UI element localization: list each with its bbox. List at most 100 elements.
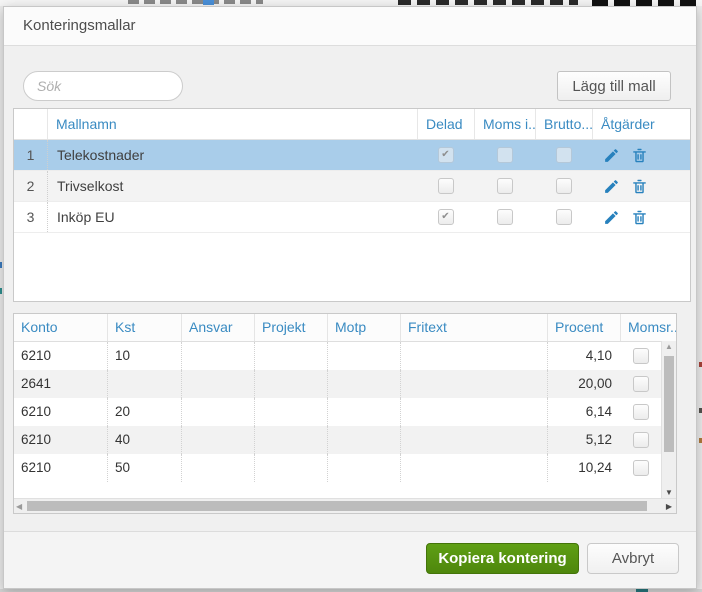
- kontering-row[interactable]: 6210 10 4,10: [14, 342, 661, 370]
- projekt-cell: [254, 370, 327, 398]
- column-header-delad: Delad: [417, 109, 474, 139]
- kst-cell: 20: [107, 398, 181, 426]
- konto-cell: 6210: [21, 404, 52, 419]
- edit-pencil-icon[interactable]: [602, 146, 620, 164]
- dialog-footer: Kopiera kontering Avbryt: [4, 531, 696, 588]
- scroll-up-arrow-icon[interactable]: ▲: [662, 342, 676, 351]
- motp-cell: [327, 342, 400, 370]
- konto-cell: 6210: [21, 432, 52, 447]
- column-header-ansvar: Ansvar: [181, 314, 254, 341]
- checkbox-momsr[interactable]: [632, 404, 649, 420]
- projekt-cell: [254, 454, 327, 482]
- scroll-down-arrow-icon[interactable]: ▼: [662, 488, 676, 497]
- fritext-cell: [400, 454, 547, 482]
- template-name: Trivselkost: [47, 171, 417, 201]
- kst-cell: 50: [107, 454, 181, 482]
- procent-cell: 4,10: [547, 342, 620, 370]
- konto-cell: 6210: [21, 348, 52, 363]
- check-mark: ✔: [441, 211, 450, 222]
- checkbox-momsr[interactable]: [632, 460, 649, 476]
- konto-cell: 2641: [21, 376, 52, 391]
- kontering-row[interactable]: 6210 20 6,14: [14, 398, 661, 426]
- checkbox-brutto[interactable]: [555, 147, 572, 163]
- column-header-kst: Kst: [107, 314, 181, 341]
- horizontal-scrollbar: ◀ ▶: [14, 498, 676, 513]
- column-header-motp: Motp: [327, 314, 400, 341]
- delete-trash-icon[interactable]: [630, 146, 648, 164]
- template-name: Telekostnader: [47, 140, 417, 170]
- delete-trash-icon[interactable]: [630, 177, 648, 195]
- background-text-fragment: [398, 0, 578, 5]
- horizontal-scrollbar-thumb[interactable]: [27, 501, 647, 511]
- details-table-header: Konto Kst Ansvar Projekt Motp Fritext Pr…: [14, 314, 676, 342]
- procent-cell: 6,14: [547, 398, 620, 426]
- checkbox-momsr[interactable]: [632, 376, 649, 392]
- checkbox-momsr[interactable]: [632, 432, 649, 448]
- background-text-fragment: [128, 0, 263, 4]
- search-input[interactable]: [23, 71, 183, 101]
- row-number: 2: [26, 178, 35, 194]
- checkbox-brutto[interactable]: [555, 209, 572, 225]
- copy-kontering-button[interactable]: Kopiera kontering: [426, 543, 579, 574]
- checkbox-momsr[interactable]: [632, 348, 649, 364]
- projekt-cell: [254, 342, 327, 370]
- procent-cell: 20,00: [547, 370, 620, 398]
- cancel-button[interactable]: Avbryt: [587, 543, 679, 574]
- add-template-button[interactable]: Lägg till mall: [557, 71, 671, 101]
- fritext-cell: [400, 398, 547, 426]
- fritext-cell: [400, 342, 547, 370]
- fritext-cell: [400, 370, 547, 398]
- motp-cell: [327, 398, 400, 426]
- scroll-right-arrow-icon[interactable]: ▶: [666, 500, 672, 513]
- dialog-title: Konteringsmallar: [4, 7, 696, 46]
- template-row[interactable]: 1 Telekostnader ✔: [14, 140, 690, 171]
- procent-cell: 5,12: [547, 426, 620, 454]
- column-header-moms: Moms i...: [474, 109, 535, 139]
- delete-trash-icon[interactable]: [630, 208, 648, 226]
- checkbox-delad[interactable]: ✔: [437, 209, 454, 225]
- background-artifact: [0, 288, 2, 294]
- background-icon-fragment: [203, 0, 214, 5]
- checkbox-brutto[interactable]: [555, 178, 572, 194]
- scroll-left-arrow-icon[interactable]: ◀: [16, 500, 22, 513]
- checkbox-moms[interactable]: [496, 178, 513, 194]
- check-mark: ✔: [441, 149, 450, 160]
- vertical-scrollbar: ▲ ▼: [661, 341, 676, 498]
- column-header-momsr: Momsr...: [620, 314, 676, 341]
- template-row[interactable]: 2 Trivselkost: [14, 171, 690, 202]
- ansvar-cell: [181, 454, 254, 482]
- kontering-details-table: Konto Kst Ansvar Projekt Motp Fritext Pr…: [13, 313, 677, 514]
- projekt-cell: [254, 398, 327, 426]
- edit-pencil-icon[interactable]: [602, 177, 620, 195]
- konto-cell: 6210: [21, 460, 52, 475]
- checkbox-delad[interactable]: [437, 178, 454, 194]
- column-header-procent: Procent: [547, 314, 620, 341]
- ansvar-cell: [181, 398, 254, 426]
- checkbox-moms[interactable]: [496, 147, 513, 163]
- column-header-atgarder: Åtgärder: [592, 109, 690, 139]
- checkbox-delad[interactable]: ✔: [437, 147, 454, 163]
- checkbox-moms[interactable]: [496, 209, 513, 225]
- kontering-row[interactable]: 6210 40 5,12: [14, 426, 661, 454]
- row-number: 3: [26, 209, 35, 225]
- column-header-brutto: Brutto...: [535, 109, 592, 139]
- kontering-row[interactable]: 6210 50 10,24: [14, 454, 661, 482]
- row-number: 1: [26, 147, 35, 163]
- template-name: Inköp EU: [47, 202, 417, 232]
- templates-table: Mallnamn Delad Moms i... Brutto... Åtgär…: [13, 108, 691, 302]
- vertical-scrollbar-thumb[interactable]: [664, 356, 674, 452]
- edit-pencil-icon[interactable]: [602, 208, 620, 226]
- template-row[interactable]: 3 Inköp EU ✔: [14, 202, 690, 233]
- konteringsmallar-dialog: Konteringsmallar Lägg till mall Mallnamn…: [3, 6, 697, 589]
- procent-cell: 10,24: [547, 454, 620, 482]
- motp-cell: [327, 454, 400, 482]
- background-artifact: [0, 262, 2, 268]
- column-header-fritext: Fritext: [400, 314, 547, 341]
- fritext-cell: [400, 426, 547, 454]
- kst-cell: 40: [107, 426, 181, 454]
- column-header-rownum: [14, 109, 47, 139]
- kontering-row[interactable]: 2641 20,00: [14, 370, 661, 398]
- kst-cell: [107, 370, 181, 398]
- templates-table-header: Mallnamn Delad Moms i... Brutto... Åtgär…: [14, 109, 690, 140]
- ansvar-cell: [181, 426, 254, 454]
